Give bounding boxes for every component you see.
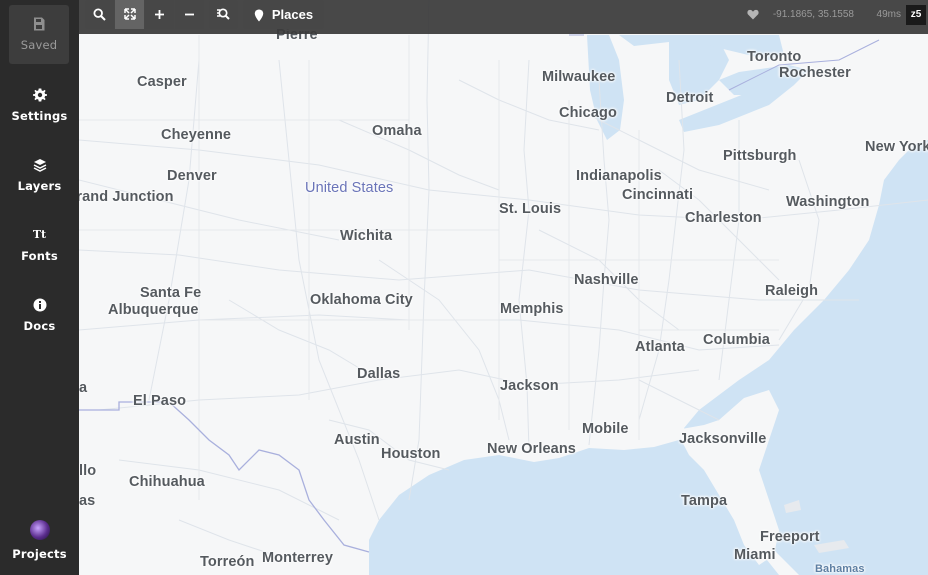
- fonts-icon: Tt: [32, 228, 47, 241]
- sidebar-item-projects[interactable]: Projects: [0, 520, 79, 562]
- plus-icon: [155, 9, 164, 19]
- search-icon: [93, 7, 106, 21]
- city-label: Cincinnati: [622, 187, 694, 203]
- sidebar-item-fonts[interactable]: Tt Fonts: [0, 227, 79, 264]
- city-label: Omaha: [372, 123, 422, 139]
- city-label: Jacksonville: [679, 431, 767, 447]
- city-label: Albuquerque: [108, 302, 199, 318]
- layers-icon: [33, 159, 46, 172]
- sidebar-item-label: Layers: [17, 179, 62, 193]
- water-label: Bahamas: [815, 563, 865, 575]
- cursor-coordinates: -91.1865, 35.1558: [772, 9, 854, 20]
- city-label: Detroit: [666, 90, 714, 106]
- sidebar: Saved Settings Layers Tt Fonts Docs Proj…: [0, 0, 79, 575]
- sidebar-item-docs[interactable]: Docs: [0, 297, 79, 334]
- city-label: Washington: [786, 194, 870, 210]
- sidebar-item-layers[interactable]: Layers: [0, 157, 79, 194]
- minus-icon: [185, 13, 194, 15]
- city-label: Tampa: [681, 493, 728, 509]
- save-icon: [34, 17, 45, 31]
- city-label: Raleigh: [765, 283, 819, 299]
- city-label: El Paso: [133, 393, 187, 409]
- sidebar-item-label: Saved: [20, 38, 58, 52]
- city-label: Dallas: [357, 366, 401, 382]
- map-canvas[interactable]: Pierre Casper Milwaukee Toronto Rocheste…: [79, 0, 928, 575]
- info-icon: [33, 298, 46, 312]
- map-pin-icon: [254, 9, 264, 22]
- city-label: Freeport: [760, 529, 820, 545]
- city-label: Cheyenne: [161, 127, 232, 143]
- places-label: Places: [271, 7, 314, 22]
- render-time: 49ms: [876, 9, 901, 20]
- city-label: Wichita: [340, 228, 393, 244]
- city-label: Charleston: [685, 210, 762, 226]
- sidebar-item-label: Fonts: [21, 249, 58, 263]
- inspect-icon: [216, 8, 230, 20]
- country-label: United States: [305, 180, 394, 196]
- city-label: Austin: [334, 432, 380, 448]
- sidebar-item-label: Docs: [23, 319, 56, 333]
- city-label: Oklahoma City: [310, 292, 413, 308]
- city-label: as: [79, 493, 96, 509]
- city-label: llo: [79, 463, 97, 479]
- city-label: Milwaukee: [542, 69, 616, 85]
- city-label: Atlanta: [635, 339, 685, 355]
- avatar: [29, 520, 50, 540]
- city-label: New York: [865, 139, 928, 155]
- zoom-out-button[interactable]: [175, 0, 204, 29]
- city-label: Pittsburgh: [723, 148, 797, 164]
- city-label: Monterrey: [262, 550, 333, 566]
- gear-icon: [32, 88, 47, 102]
- heart-icon[interactable]: [747, 9, 759, 20]
- city-label: Rochester: [779, 65, 851, 81]
- zoom-level-badge: z5: [906, 5, 926, 25]
- places-button[interactable]: Places: [243, 0, 324, 29]
- fullscreen-button[interactable]: [115, 0, 144, 29]
- city-label: Indianapolis: [576, 168, 662, 184]
- sidebar-item-label: Projects: [12, 547, 67, 561]
- zoom-in-button[interactable]: [145, 0, 174, 29]
- city-label: a: [79, 380, 88, 396]
- city-label: Miami: [734, 547, 776, 563]
- sidebar-item-settings[interactable]: Settings: [0, 87, 79, 124]
- city-label: Nashville: [574, 272, 639, 288]
- city-label: Jackson: [500, 378, 559, 394]
- city-label: Santa Fe: [140, 285, 202, 301]
- city-label: Chihuahua: [129, 474, 205, 490]
- city-label: Torreón: [200, 554, 255, 570]
- city-label: Toronto: [747, 49, 802, 65]
- expand-icon: [123, 8, 136, 20]
- city-label: Houston: [381, 446, 441, 462]
- map-toolbar: Places -91.1865, 35.1558 49ms z5: [79, 0, 928, 34]
- city-label: New Orleans: [487, 441, 576, 457]
- city-label: Mobile: [582, 421, 629, 437]
- city-label: Chicago: [559, 105, 617, 121]
- city-label: Columbia: [703, 332, 770, 348]
- sidebar-item-saved[interactable]: Saved: [9, 5, 69, 64]
- city-label: St. Louis: [499, 201, 562, 217]
- search-button[interactable]: [85, 0, 114, 29]
- city-label: Denver: [167, 168, 217, 184]
- city-label: Memphis: [500, 301, 564, 317]
- sidebar-item-label: Settings: [11, 109, 68, 123]
- inspect-features-button[interactable]: [209, 0, 238, 29]
- city-label: Grand Junction: [79, 189, 174, 205]
- city-label: Casper: [137, 74, 187, 90]
